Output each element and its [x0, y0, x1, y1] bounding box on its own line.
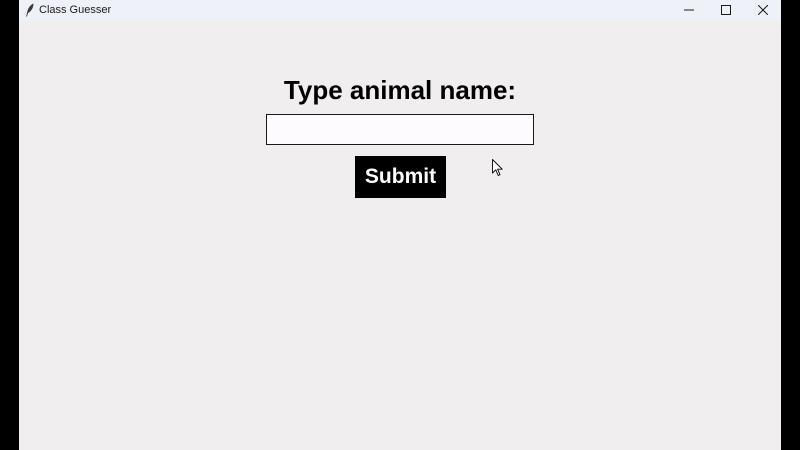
title-bar[interactable]: Class Guesser — [19, 0, 781, 20]
window-controls — [670, 0, 781, 20]
maximize-icon[interactable] — [707, 0, 744, 20]
window-title: Class Guesser — [39, 4, 112, 16]
prompt-heading: Type animal name: — [283, 75, 517, 105]
submit-button[interactable]: Submit — [355, 156, 446, 198]
mouse-pointer-icon — [492, 159, 504, 177]
close-icon[interactable] — [744, 0, 781, 20]
animal-name-input[interactable] — [266, 114, 534, 145]
feather-icon — [21, 0, 39, 20]
minimize-icon[interactable] — [670, 0, 707, 20]
app-window: Class Guesser Type animal name: Submit — [19, 0, 781, 450]
